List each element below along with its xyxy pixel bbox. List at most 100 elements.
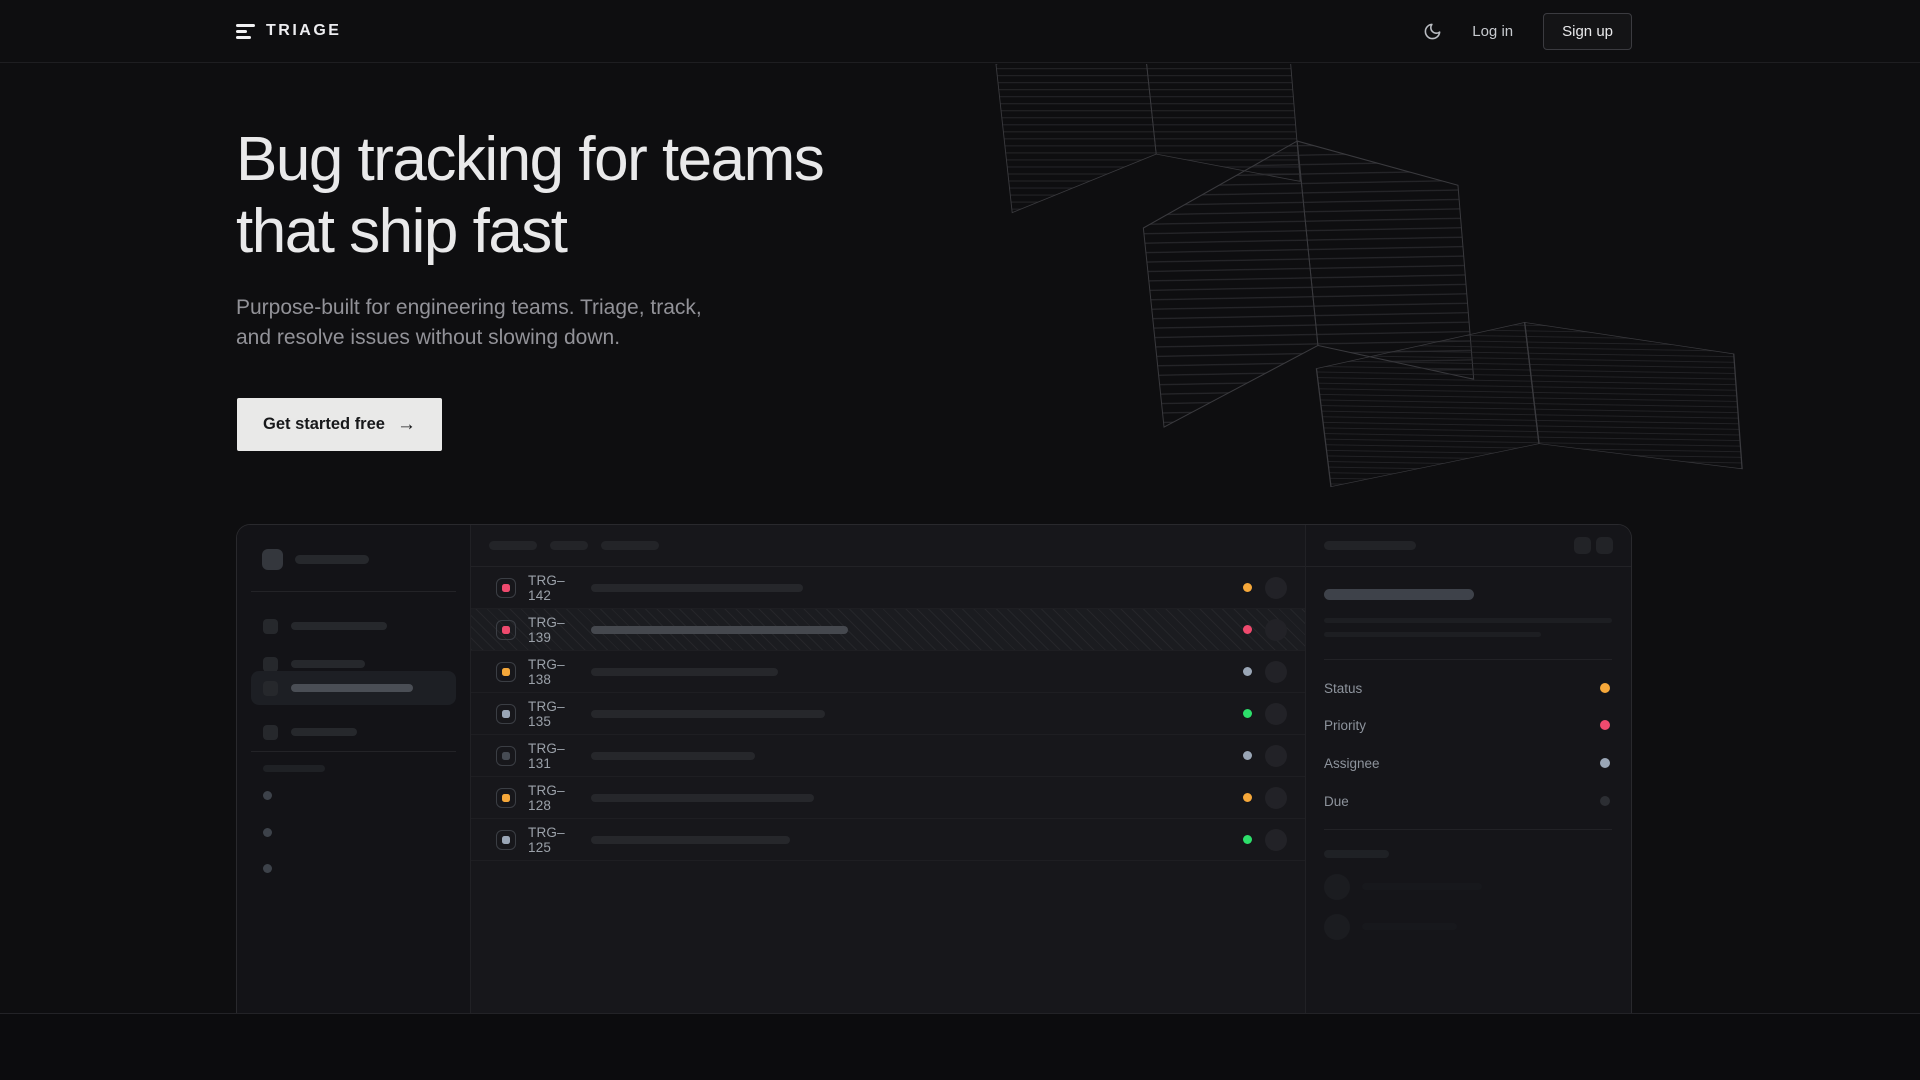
- sidebar-item-skeleton: [251, 609, 456, 643]
- comment-line-skeleton: [1362, 883, 1482, 890]
- footer: [0, 1014, 1920, 1080]
- nav-actions: Log in Sign up: [1423, 13, 1632, 50]
- login-link[interactable]: Log in: [1472, 23, 1513, 40]
- panel-field: Due: [1324, 791, 1610, 811]
- issue-id: TRG–128: [528, 783, 583, 813]
- description-line-skeleton: [1324, 632, 1541, 637]
- panel-field: Assignee: [1324, 753, 1610, 773]
- field-dot: [1600, 683, 1610, 693]
- signup-button[interactable]: Sign up: [1543, 13, 1632, 50]
- row-skeleton-bar: [591, 626, 848, 634]
- tab-skeleton: [601, 541, 659, 550]
- issue-row: TRG–138: [471, 651, 1305, 693]
- issue-row: TRG–135: [471, 693, 1305, 735]
- panel-button-skeleton: [1574, 537, 1591, 554]
- panel-title-skeleton: [1324, 541, 1416, 550]
- tab-skeleton: [489, 541, 537, 550]
- mockup-sidebar: [237, 525, 471, 1013]
- field-label: Status: [1324, 681, 1362, 696]
- assignee-avatar: [1265, 829, 1287, 851]
- comments-label-skeleton: [1324, 850, 1389, 858]
- row-skeleton-bar: [591, 752, 755, 760]
- sidebar-dot-skeleton: [263, 828, 272, 837]
- row-skeleton-bar: [591, 710, 825, 718]
- assignee-avatar: [1265, 661, 1287, 683]
- sidebar-item-skeleton: [251, 715, 456, 749]
- brand-name: TRIAGE: [266, 22, 341, 40]
- panel-field: Priority: [1324, 715, 1610, 735]
- priority-icon: [496, 578, 516, 598]
- cta-label: Get started free: [263, 415, 385, 434]
- sidebar-section-label-skeleton: [263, 765, 325, 772]
- priority-icon: [496, 830, 516, 850]
- issue-id: TRG–125: [528, 825, 583, 855]
- app-mockup: TRG–142 TRG–139 TRG–138: [236, 524, 1632, 1013]
- status-dot: [1243, 709, 1252, 718]
- sidebar-divider: [251, 751, 456, 752]
- comment-line-skeleton: [1362, 923, 1457, 930]
- panel-divider: [1324, 829, 1612, 830]
- status-dot: [1243, 751, 1252, 760]
- priority-icon: [496, 662, 516, 682]
- comment-avatar-skeleton: [1324, 874, 1350, 900]
- issue-id: TRG–138: [528, 657, 583, 687]
- moon-icon: [1423, 22, 1442, 41]
- wireframe-decoration: [990, 64, 1920, 544]
- issue-id: TRG–139: [528, 615, 583, 645]
- assignee-avatar: [1265, 745, 1287, 767]
- panel-field: Status: [1324, 678, 1610, 698]
- workspace-skeleton: [262, 549, 369, 570]
- comment-avatar-skeleton: [1324, 914, 1350, 940]
- status-dot: [1243, 667, 1252, 676]
- issue-id: TRG–131: [528, 741, 583, 771]
- row-skeleton-bar: [591, 836, 790, 844]
- priority-icon: [496, 620, 516, 640]
- workspace-name-skeleton: [295, 555, 369, 564]
- hero-subtitle: Purpose-built for engineering teams. Tri…: [236, 293, 706, 353]
- sidebar-dot-skeleton: [263, 864, 272, 873]
- issue-row: TRG–125: [471, 819, 1305, 861]
- assignee-avatar: [1265, 703, 1287, 725]
- field-dot: [1600, 758, 1610, 768]
- field-label: Priority: [1324, 718, 1366, 733]
- issue-row: TRG–142: [471, 567, 1305, 609]
- sidebar-divider: [251, 591, 456, 592]
- issue-row: TRG–131: [471, 735, 1305, 777]
- status-dot: [1243, 583, 1252, 592]
- dark-mode-toggle[interactable]: [1423, 22, 1442, 41]
- detail-panel: Status Priority Assignee Due: [1305, 525, 1631, 1013]
- status-dot: [1243, 835, 1252, 844]
- issue-row: TRG–139: [471, 609, 1305, 651]
- assignee-avatar: [1265, 619, 1287, 641]
- row-skeleton-bar: [591, 584, 803, 592]
- priority-icon: [496, 788, 516, 808]
- row-skeleton-bar: [591, 794, 814, 802]
- status-dot: [1243, 793, 1252, 802]
- field-dot: [1600, 720, 1610, 730]
- issue-list: TRG–142 TRG–139 TRG–138: [471, 525, 1305, 1013]
- issue-title-skeleton: [1324, 589, 1474, 600]
- tab-skeleton: [550, 541, 588, 550]
- workspace-avatar-skeleton: [262, 549, 283, 570]
- status-dot: [1243, 625, 1252, 634]
- assignee-avatar: [1265, 787, 1287, 809]
- priority-icon: [496, 704, 516, 724]
- field-dot: [1600, 796, 1610, 806]
- sidebar-item-skeleton-active: [251, 671, 456, 705]
- issue-id: TRG–135: [528, 699, 583, 729]
- arrow-right-icon: →: [397, 415, 416, 434]
- panel-header: [1306, 525, 1631, 567]
- triage-bars-icon: [236, 24, 255, 39]
- issue-list-header: [471, 525, 1305, 567]
- issue-row: TRG–128: [471, 777, 1305, 819]
- brand-logo[interactable]: TRIAGE: [236, 22, 341, 40]
- description-line-skeleton: [1324, 618, 1612, 623]
- panel-header-buttons: [1574, 537, 1613, 554]
- top-nav: TRIAGE Log in Sign up: [0, 0, 1920, 63]
- get-started-button[interactable]: Get started free →: [237, 398, 442, 451]
- panel-button-skeleton: [1596, 537, 1613, 554]
- landing-page: TRIAGE Log in Sign up Bug tracking for t…: [0, 0, 1920, 1080]
- field-label: Assignee: [1324, 756, 1380, 771]
- issue-id: TRG–142: [528, 573, 583, 603]
- hero-heading: Bug tracking for teams that ship fast: [236, 124, 896, 268]
